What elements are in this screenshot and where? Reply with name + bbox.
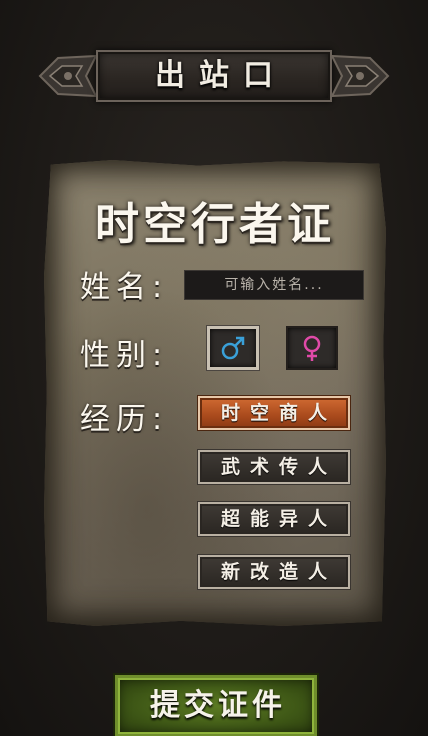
- id-card: 时空行者证 姓名: 性别: 经历: 时空商人 武术传人 超能异人 新改造人: [44, 160, 386, 626]
- left-ornament-icon: [38, 54, 98, 98]
- submit-button[interactable]: 提交证件: [115, 675, 317, 736]
- card-title: 时空行者证: [95, 199, 335, 250]
- career-button-martial[interactable]: 武术传人: [198, 450, 350, 484]
- male-icon: [221, 336, 245, 360]
- title-banner: 出站口: [38, 42, 390, 110]
- right-ornament-icon: [330, 54, 390, 98]
- female-icon: [303, 335, 321, 361]
- gender-male-button[interactable]: [207, 326, 259, 370]
- career-button-psychic[interactable]: 超能异人: [198, 502, 350, 536]
- gender-label: 性别:: [80, 338, 169, 373]
- page-title: 出站口: [155, 58, 287, 93]
- career-button-merchant[interactable]: 时空商人: [198, 396, 350, 430]
- career-label: 经历:: [80, 402, 169, 437]
- exit-screen: 出站口 时空行者证 姓名: 性别:: [0, 0, 428, 736]
- gender-female-button[interactable]: [286, 326, 338, 370]
- career-button-cyborg[interactable]: 新改造人: [198, 555, 350, 589]
- name-input[interactable]: [184, 270, 364, 300]
- name-label: 姓名:: [80, 270, 169, 305]
